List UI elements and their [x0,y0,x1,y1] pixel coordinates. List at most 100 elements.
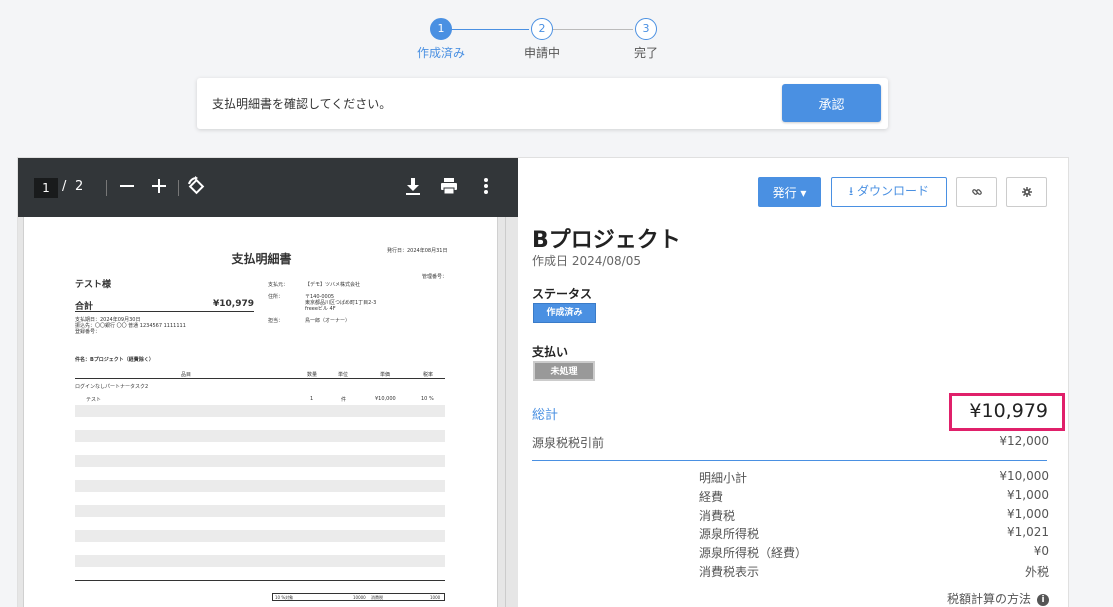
withholding-tax-value: ¥1,021 [1007,525,1049,539]
col-price: 単価 [380,372,391,378]
doc-group-row: ログインなしパートナータスク2 [75,384,149,390]
doc-item-tax: 10 % [421,396,434,402]
zoom-out-icon[interactable] [115,174,139,198]
tax-method-link[interactable]: 税額計算の方法 i [947,590,1049,607]
table-row [75,430,445,442]
approval-bar: 支払明細書を確認してください。 承認 [197,78,888,129]
settings-button[interactable] [1006,177,1047,207]
doc-subject: 件名：Bプロジェクト（経費除く） [75,357,154,363]
subtotal-label: 明細小計 [699,471,748,485]
table-row [75,530,445,542]
expense-value: ¥1,000 [1007,488,1049,502]
pdf-scrollbar[interactable] [505,217,518,607]
gear-icon [1022,187,1032,197]
step-number: 2 [531,18,553,40]
col-unit: 単位 [338,372,349,378]
print-icon[interactable] [437,174,461,198]
approval-message: 支払明細書を確認してください。 [212,97,392,111]
payment-label: 支払い [532,345,569,359]
zoom-in-icon[interactable] [147,174,171,198]
step-created: 1 作成済み [411,18,471,61]
detail-panel: 発行 ▾ ⭳ ダウンロード Bプロジェクト 作成日 2024/08/05 ステー… [518,158,1070,607]
download-icon[interactable] [401,174,425,198]
download-label: ダウンロード [857,183,930,198]
col-item: 品目 [181,372,192,378]
link-icon [972,189,982,195]
doc-addressee: テスト様 [75,280,112,290]
doc-payer-label: 支払元： [268,282,289,288]
progress-stepper: 1 作成済み 2 申請中 3 完了 [411,18,671,64]
pre-withholding-value: ¥12,000 [999,434,1049,448]
col-qty: 数量 [307,372,318,378]
divider [532,460,1047,461]
tax-amount: 1000 [430,595,441,600]
project-title: Bプロジェクト [532,228,681,253]
created-date: 作成日 2024/08/05 [532,254,641,268]
doc-item-name: テスト [86,397,102,403]
doc-divider [75,580,445,581]
table-row [75,505,445,517]
consumption-tax-label: 消費税 [699,509,736,523]
table-row [75,405,445,417]
doc-total-label: 合計 [75,302,94,312]
withholding-tax-label: 源泉所得税 [699,527,760,541]
tax-display-value: 外税 [1024,565,1049,579]
link-button[interactable] [956,177,997,207]
issue-button[interactable]: 発行 ▾ [758,177,821,207]
download-button[interactable]: ⭳ ダウンロード [831,177,947,207]
status-badge: 作成済み [533,303,596,323]
doc-mgmt-no: 管理番号： [422,274,448,280]
tax-target-amount: 10000 [353,595,366,600]
download-icon: ⭳ [848,183,854,198]
step-complete: 3 完了 [616,18,676,61]
step-label: 作成済み [416,46,465,60]
subtotal-value: ¥10,000 [999,469,1049,483]
step-label: 申請中 [523,46,560,60]
withholding-expense-label: 源泉所得税（経費） [699,546,808,560]
doc-table-header: 品目 数量 単位 単価 税率 [75,369,445,379]
consumption-tax-value: ¥1,000 [1007,507,1049,521]
status-label: ステータス [532,287,593,301]
doc-item-qty: 1 [310,396,314,402]
step-number: 3 [635,18,657,40]
pdf-toolbar: 1 / 2 [18,158,518,217]
step-number: 1 [430,18,452,40]
main-panel: 1 / 2 支払明細書 発行日：2024年08月31日 管理番号： テスト様 合… [17,157,1069,607]
doc-payer-value: 【デモ】ツバメ株式会社 [305,282,361,288]
col-tax: 税率 [423,372,434,378]
doc-item-price: ¥10,000 [375,396,396,402]
doc-total-value: ¥10,979 [213,299,254,309]
more-options-icon[interactable] [474,174,498,198]
doc-tax-table: 10 %対象 10000 消費税 1000 [272,593,445,601]
approve-button[interactable]: 承認 [782,84,881,122]
doc-pay-info: 登録番号： [75,329,101,335]
rotate-icon[interactable] [184,174,208,198]
doc-issue-date: 発行日：2024年08月31日 [387,248,448,254]
toolbar-divider [178,180,179,196]
table-row [75,455,445,467]
doc-address-label: 住所： [268,294,284,300]
total-label[interactable]: 総計 [532,404,558,423]
page-separator: / [62,179,67,194]
info-icon[interactable]: i [1037,593,1049,606]
tax-method-label: 税額計算の方法 [946,592,1031,606]
doc-person-label: 担当： [268,318,284,324]
pdf-page: 支払明細書 発行日：2024年08月31日 管理番号： テスト様 合計 ¥10,… [23,217,498,607]
toolbar-divider [106,180,107,196]
doc-address: freeeビル 4F [305,306,336,312]
table-row [75,555,445,567]
total-value: ¥10,979 [969,400,1048,422]
total-highlight-box: ¥10,979 [949,393,1065,431]
withholding-expense-value: ¥0 [1033,544,1049,558]
pdf-viewer: 1 / 2 支払明細書 発行日：2024年08月31日 管理番号： テスト様 合… [18,158,518,607]
step-label: 完了 [633,46,658,60]
tax-target-label: 10 %対象 [275,595,294,600]
page-total: 2 [75,179,84,194]
pre-withholding-label: 源泉税税引前 [532,436,605,450]
tax-display-label: 消費税表示 [699,565,760,579]
step-applying: 2 申請中 [512,18,572,61]
payment-badge: 未処理 [533,361,595,381]
expense-label: 経費 [699,490,724,504]
page-number-input[interactable]: 1 [34,178,58,198]
doc-item-unit: 件 [341,397,347,403]
